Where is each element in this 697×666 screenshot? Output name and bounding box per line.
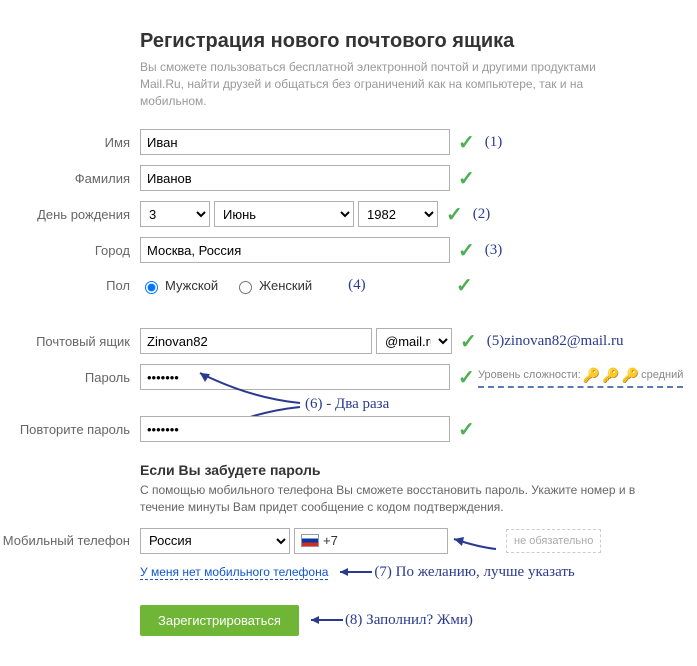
arrow-icon <box>448 529 498 553</box>
gender-female-label: Женский <box>259 278 312 293</box>
city-input[interactable] <box>140 237 450 263</box>
mailbox-label: Почтовый ящик <box>0 334 140 349</box>
phone-country-select[interactable]: Россия <box>140 528 290 554</box>
check-icon: ✓ <box>458 166 475 191</box>
firstname-input[interactable] <box>140 129 450 155</box>
annotation-5: (5)zinovan82@mail.ru <box>487 333 624 350</box>
check-icon: ✓ <box>458 365 475 390</box>
forgot-desc: С помощью мобильного телефона Вы сможете… <box>140 482 640 516</box>
annotation-8: (8) Заполнил? Жми) <box>345 612 473 629</box>
russia-flag-icon <box>301 534 319 547</box>
phone-prefix-input[interactable]: +7 <box>294 528 448 554</box>
check-icon: ✓ <box>458 238 475 263</box>
page-title: Регистрация нового почтового ящика <box>140 30 697 53</box>
password2-label: Повторите пароль <box>0 422 140 437</box>
mailbox-domain-select[interactable]: @mail.ru <box>376 328 452 354</box>
arrow-icon <box>334 564 374 580</box>
password-strength: Уровень сложности: 🔑 🔑 🔑 средний <box>478 367 683 388</box>
key-icon: 🔑 <box>602 367 619 384</box>
annotation-1: (1) <box>485 134 503 151</box>
check-icon: ✓ <box>458 130 475 155</box>
city-label: Город <box>0 243 140 258</box>
check-icon: ✓ <box>456 273 473 298</box>
page-subtitle: Вы сможете пользоваться бесплатной элект… <box>140 59 640 109</box>
phone-label: Мобильный телефон <box>0 533 140 548</box>
annotation-3: (3) <box>485 242 503 259</box>
gender-female-radio[interactable] <box>239 281 252 294</box>
no-phone-link[interactable]: У меня нет мобильного телефона <box>140 565 328 580</box>
arrow-icon <box>305 612 345 628</box>
check-icon: ✓ <box>460 329 477 354</box>
birthday-label: День рождения <box>0 207 140 222</box>
birthday-month-select[interactable]: Июнь <box>214 201 354 227</box>
mailbox-input[interactable] <box>140 328 372 354</box>
birthday-year-select[interactable]: 1982 <box>358 201 438 227</box>
lastname-label: Фамилия <box>0 171 140 186</box>
submit-button[interactable]: Зарегистрироваться <box>140 605 299 636</box>
check-icon: ✓ <box>446 202 463 227</box>
forgot-title: Если Вы забудете пароль <box>140 462 697 478</box>
birthday-day-select[interactable]: 3 <box>140 201 210 227</box>
firstname-label: Имя <box>0 135 140 150</box>
gender-male-radio[interactable] <box>145 281 158 294</box>
annotation-2: (2) <box>473 206 491 223</box>
annotation-6: (6) - Два раза <box>305 396 389 413</box>
phone-optional-label: не обязательно <box>508 531 599 551</box>
password-label: Пароль <box>0 370 140 385</box>
password2-input[interactable] <box>140 416 450 442</box>
check-icon: ✓ <box>458 417 475 442</box>
gender-male-label: Мужской <box>165 278 218 293</box>
key-icon: 🔑 <box>583 367 600 384</box>
lastname-input[interactable] <box>140 165 450 191</box>
gender-label: Пол <box>0 278 140 293</box>
key-icon: 🔑 <box>622 367 639 384</box>
annotation-7: (7) По желанию, лучше указать <box>374 564 574 581</box>
annotation-4: (4) <box>348 277 366 294</box>
